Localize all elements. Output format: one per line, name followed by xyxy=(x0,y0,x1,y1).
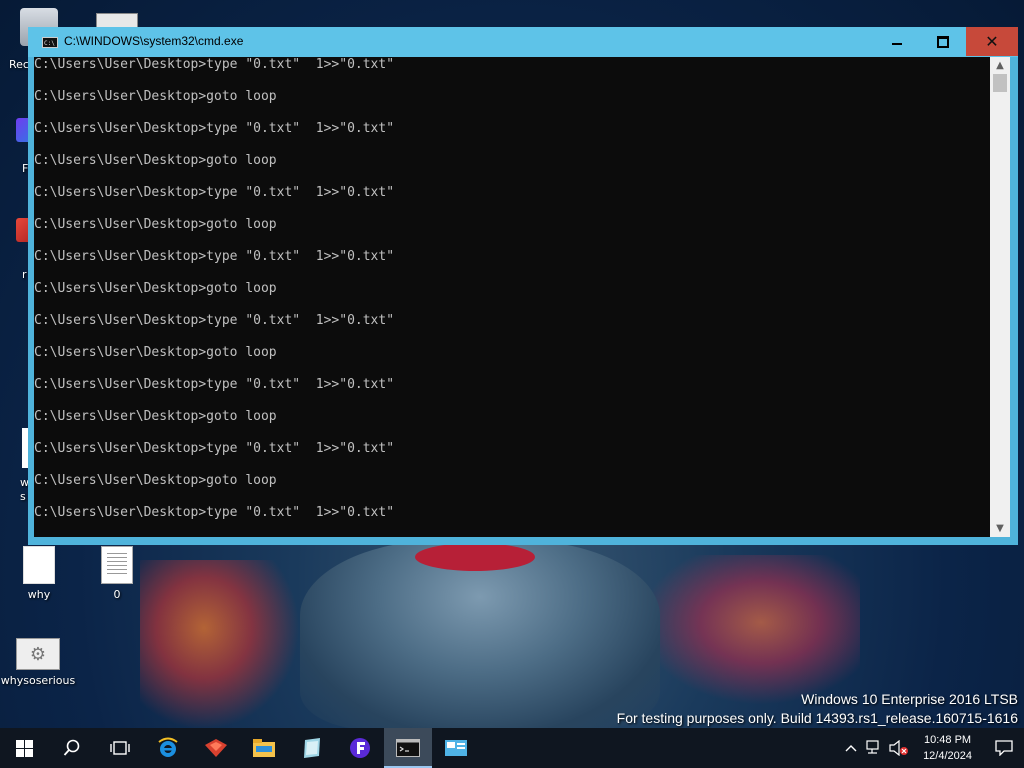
console-line: C:\Users\User\Desktop>type "0.txt" 1>>"0… xyxy=(34,121,395,136)
scroll-up-arrow-icon[interactable]: ▲ xyxy=(990,57,1010,74)
taskbar-red-app[interactable] xyxy=(192,728,240,768)
console-line: C:\Users\User\Desktop>goto loop xyxy=(34,89,277,104)
console-line: C:\Users\User\Desktop>type "0.txt" 1>>"0… xyxy=(34,249,395,264)
console-line: C:\Users\User\Desktop>goto loop xyxy=(34,153,277,168)
close-icon: ✕ xyxy=(985,32,999,51)
network-icon xyxy=(866,740,879,754)
text-file-icon xyxy=(101,546,133,584)
console-line: C:\Users\User\Desktop>type "0.txt" 1>>"0… xyxy=(34,57,395,72)
console-output[interactable]: C:\Users\User\Desktop>type "0.txt" 1>>"0… xyxy=(34,57,990,537)
control-panel-icon xyxy=(445,740,467,756)
minimize-button[interactable] xyxy=(874,27,920,56)
console-line: C:\Users\User\Desktop>type "0.txt" 1>>"0… xyxy=(34,185,395,200)
settings-file-icon: ⚙ xyxy=(16,638,60,670)
console-line: C:\Users\User\Desktop>type "0.txt" 1>>"0… xyxy=(34,377,395,392)
task-view-icon xyxy=(110,741,130,755)
console-line: C:\Users\User\Desktop>goto loop xyxy=(34,473,277,488)
desktop-icon-label: 0 xyxy=(113,588,121,601)
cmd-app-icon[interactable]: C:\ xyxy=(42,37,58,48)
desktop-icon-0[interactable]: 0 xyxy=(77,546,157,601)
internet-explorer-icon xyxy=(158,737,178,757)
command-prompt-icon xyxy=(396,739,420,757)
scrollbar-thumb[interactable] xyxy=(993,74,1007,92)
network-tray-button[interactable] xyxy=(863,728,887,768)
clock-time: 10:48 PM xyxy=(923,734,972,746)
watermark-build: For testing purposes only. Build 14393.r… xyxy=(616,710,1018,726)
taskbar-cmd[interactable] xyxy=(384,728,432,768)
volume-tray-button[interactable] xyxy=(887,728,911,768)
folder-icon xyxy=(253,739,275,757)
taskbar-notepad[interactable] xyxy=(288,728,336,768)
windows-watermark: Windows 10 Enterprise 2016 LTSB For test… xyxy=(617,690,1018,728)
console-line: C:\Users\User\Desktop>type "0.txt" 1>>"0… xyxy=(34,441,395,456)
desktop-icon-partial-label: r xyxy=(22,268,27,281)
desktop-icon-partial-label: Rec xyxy=(9,58,29,71)
volume-muted-icon xyxy=(889,740,909,756)
vertical-scrollbar[interactable]: ▲ ▼ xyxy=(990,57,1010,537)
desktop-icon-label: whysoserious xyxy=(0,674,76,687)
task-view-button[interactable] xyxy=(96,728,144,768)
system-tray: 10:48 PM 12/4/2024 xyxy=(839,728,1024,768)
console-line: C:\Users\User\Desktop>goto loop xyxy=(34,409,277,424)
scroll-down-arrow-icon[interactable]: ▼ xyxy=(990,520,1010,537)
start-button[interactable] xyxy=(0,728,48,768)
close-button[interactable]: ✕ xyxy=(966,27,1018,56)
window-titlebar[interactable]: C:\ C:\WINDOWS\system32\cmd.exe ✕ xyxy=(28,27,1018,57)
maximize-button[interactable] xyxy=(920,27,966,56)
wallpaper-splash-right xyxy=(640,555,860,705)
red-app-icon xyxy=(205,739,227,757)
notifications-icon xyxy=(995,740,1013,756)
desktop-icon-label: why xyxy=(27,588,51,601)
search-icon xyxy=(63,739,80,756)
console-line: C:\Users\User\Desktop>goto loop xyxy=(34,281,277,296)
maximize-icon xyxy=(937,35,949,48)
taskbar: 10:48 PM 12/4/2024 xyxy=(0,728,1024,768)
taskbar-ie[interactable] xyxy=(144,728,192,768)
console-line: C:\Users\User\Desktop>type "0.txt" 1>>"0… xyxy=(34,313,395,328)
console-line: C:\Users\User\Desktop>goto loop xyxy=(34,217,277,232)
purple-app-icon xyxy=(350,738,370,758)
taskbar-purple-app[interactable] xyxy=(336,728,384,768)
notepad-icon xyxy=(304,738,320,758)
window-title: C:\WINDOWS\system32\cmd.exe xyxy=(64,34,244,48)
windows-logo-icon xyxy=(15,739,33,757)
desktop-icon-why[interactable]: why xyxy=(0,546,79,601)
taskbar-clock[interactable]: 10:48 PM 12/4/2024 xyxy=(911,732,984,764)
search-button[interactable] xyxy=(48,728,96,768)
taskbar-file-explorer[interactable] xyxy=(240,728,288,768)
desktop-icon-whysoserious[interactable]: ⚙ whysoserious xyxy=(0,638,78,687)
watermark-edition: Windows 10 Enterprise 2016 LTSB xyxy=(801,691,1018,707)
show-hidden-icons-button[interactable] xyxy=(839,728,863,768)
taskbar-control-panel[interactable] xyxy=(432,728,480,768)
console-line: C:\Users\User\Desktop>type "0.txt" 1>>"0… xyxy=(34,505,395,520)
text-file-icon xyxy=(23,546,55,584)
desktop-icon-partial-label: s xyxy=(20,490,26,503)
wallpaper-splash-left xyxy=(140,560,300,730)
chevron-up-icon xyxy=(845,745,857,752)
wallpaper-lips xyxy=(415,543,535,571)
console-line: C:\Users\User\Desktop>goto loop xyxy=(34,345,277,360)
cmd-window[interactable]: C:\ C:\WINDOWS\system32\cmd.exe ✕ C:\Use… xyxy=(28,27,1018,545)
minimize-icon xyxy=(892,42,902,45)
clock-date: 12/4/2024 xyxy=(923,750,972,762)
action-center-button[interactable] xyxy=(984,728,1024,768)
